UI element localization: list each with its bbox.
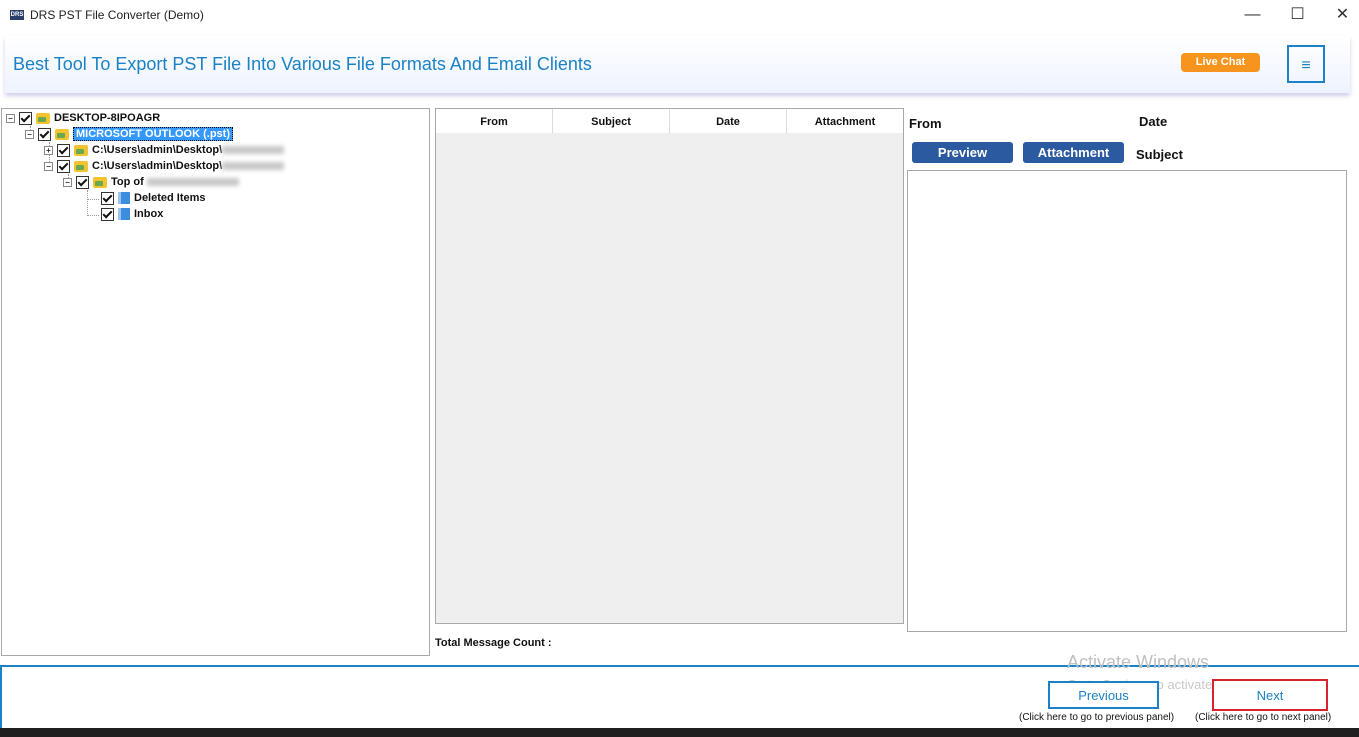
attachment-button[interactable]: Attachment <box>1023 142 1124 163</box>
taskbar <box>0 728 1359 737</box>
redacted-text <box>222 162 285 171</box>
pst-file-icon <box>74 144 88 156</box>
checkbox[interactable] <box>38 127 51 141</box>
hamburger-menu-icon[interactable]: ≡ <box>1287 45 1325 83</box>
app-icon: DRS <box>10 10 24 20</box>
preview-subject-label: Subject <box>1136 147 1183 162</box>
window-title: DRS PST File Converter (Demo) <box>30 8 204 22</box>
checkbox[interactable] <box>57 143 70 157</box>
column-header-date[interactable]: Date <box>670 109 787 133</box>
tree-connector <box>87 199 99 200</box>
next-button[interactable]: Next <box>1212 679 1328 711</box>
folder-icon <box>93 176 107 188</box>
previous-hint: (Click here to go to previous panel) <box>1019 712 1175 723</box>
outlook-folder-icon <box>55 128 69 140</box>
tree-item-label: Top of <box>111 176 144 188</box>
checkbox[interactable] <box>76 175 89 189</box>
expand-icon[interactable]: + <box>44 145 53 155</box>
tree-item-label: Inbox <box>134 208 164 220</box>
column-header-from[interactable]: From <box>436 109 553 133</box>
mail-folder-icon <box>118 208 130 221</box>
pst-file-icon <box>74 160 88 172</box>
tree-item-desktop[interactable]: − DESKTOP-8IPOAGR <box>6 110 160 126</box>
title-bar <box>0 0 1359 32</box>
message-list-panel <box>435 108 904 624</box>
redacted-text <box>146 178 239 187</box>
tree-item-label: C:\Users\admin\Desktop\ <box>92 160 223 172</box>
preview-date-label: Date <box>1139 114 1168 129</box>
column-header-attachment[interactable]: Attachment <box>787 109 903 133</box>
close-button[interactable]: ✕ <box>1320 0 1359 32</box>
message-list-header: From Subject Date Attachment <box>436 109 903 133</box>
computer-folder-icon <box>36 112 50 124</box>
tree-item-label: MICROSOFT OUTLOOK (.pst) <box>73 127 233 141</box>
total-message-count: Total Message Count : <box>435 637 552 649</box>
collapse-icon[interactable]: − <box>25 129 34 139</box>
collapse-icon[interactable]: − <box>44 161 53 171</box>
tree-item-label: DESKTOP-8IPOAGR <box>54 112 161 124</box>
tagline: Best Tool To Export PST File Into Variou… <box>13 54 592 74</box>
tree-item-deleted-items[interactable]: Deleted Items <box>101 190 206 206</box>
mail-folder-icon <box>118 192 130 205</box>
preview-from-label: From <box>909 116 942 131</box>
activate-windows-watermark: Activate Windows <box>1067 652 1210 672</box>
maximize-button[interactable]: ☐ <box>1275 0 1320 32</box>
tree-connector <box>87 190 88 216</box>
checkbox[interactable] <box>19 111 32 125</box>
tree-item-inbox[interactable]: Inbox <box>101 206 163 222</box>
folder-tree-panel <box>1 108 430 656</box>
tree-item-pst-file[interactable]: + C:\Users\admin\Desktop\ <box>44 142 285 158</box>
checkbox[interactable] <box>57 159 70 173</box>
next-hint: (Click here to go to next panel) <box>1195 712 1332 723</box>
redacted-text <box>222 146 285 155</box>
tree-item-label: Deleted Items <box>134 192 206 204</box>
collapse-icon[interactable]: − <box>6 113 15 123</box>
tree-item-label: C:\Users\admin\Desktop\ <box>92 144 223 156</box>
preview-button[interactable]: Preview <box>912 142 1013 163</box>
tree-item-outlook[interactable]: − MICROSOFT OUTLOOK (.pst) <box>25 126 233 142</box>
checkbox[interactable] <box>101 207 114 221</box>
message-preview-area[interactable] <box>907 170 1347 632</box>
tree-connector <box>87 215 99 216</box>
column-header-subject[interactable]: Subject <box>553 109 670 133</box>
collapse-icon[interactable]: − <box>63 177 72 187</box>
previous-button[interactable]: Previous <box>1048 681 1159 709</box>
checkbox[interactable] <box>101 191 114 205</box>
live-chat-button[interactable]: Live Chat <box>1181 53 1260 72</box>
tree-item-pst-file[interactable]: − C:\Users\admin\Desktop\ <box>44 158 285 174</box>
tree-item-top-of-datafile[interactable]: − Top of <box>63 174 239 190</box>
minimize-button[interactable]: — <box>1230 0 1275 32</box>
